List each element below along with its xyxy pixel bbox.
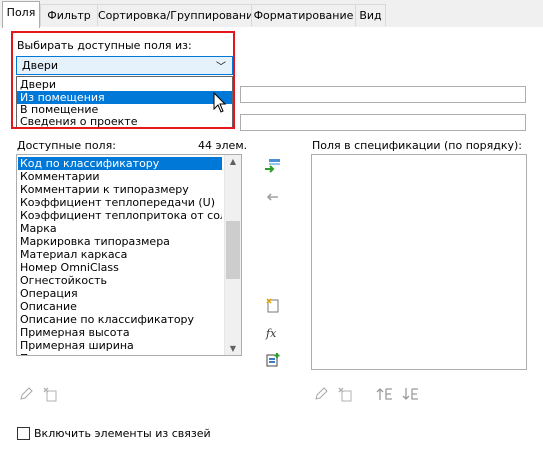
svg-text:fx: fx (265, 327, 277, 340)
highlight-frame (11, 31, 235, 129)
include-links-checkbox[interactable] (17, 427, 30, 440)
list-item[interactable]: Комментарии к типоразмеру (18, 183, 222, 196)
scheduled-fields-list[interactable] (311, 154, 527, 370)
combine-parameters-icon[interactable] (264, 351, 282, 369)
hidden-field[interactable] (240, 86, 526, 103)
list-item[interactable]: Материал каркаса (18, 248, 222, 261)
tab-sorting[interactable]: Сортировка/Группирование (97, 4, 260, 26)
move-up-icon[interactable] (375, 385, 397, 403)
scheduled-fields-label: Поля в спецификации (по порядку): (312, 139, 522, 152)
add-field-icon[interactable] (264, 157, 282, 175)
list-item[interactable]: Код по классификатору (18, 157, 222, 170)
list-item[interactable]: Номер OmniClass (18, 261, 222, 274)
tab-view[interactable]: Вид (355, 4, 386, 26)
available-fields-label: Доступные поля: (17, 139, 116, 152)
hidden-field[interactable] (240, 114, 526, 131)
tab-fields[interactable]: Поля (2, 1, 40, 28)
include-links-label[interactable]: Включить элементы из связей (34, 427, 211, 440)
scroll-down-icon[interactable]: ▼ (225, 344, 241, 353)
list-item[interactable]: Описание (18, 300, 222, 313)
list-item[interactable]: Примерная ширина (18, 339, 222, 352)
delete-icon[interactable] (41, 385, 59, 403)
available-fields-count: 44 элем. (198, 139, 248, 152)
list-item[interactable]: Маркировка типоразмера (18, 235, 222, 248)
tab-formatting[interactable]: Форматирование (251, 4, 356, 26)
new-parameter-icon[interactable] (264, 296, 282, 314)
vertical-scrollbar[interactable]: ▲ ▼ (224, 155, 241, 355)
scroll-up-icon[interactable]: ▲ (225, 157, 241, 166)
list-item[interactable]: Коэффициент теплопритока от солнечн (18, 209, 222, 222)
list-item[interactable]: Марка (18, 222, 222, 235)
list-item[interactable]: Примерная высота (18, 326, 222, 339)
tab-filter[interactable]: Фильтр (40, 4, 98, 26)
list-item[interactable]: П (18, 352, 222, 355)
list-item[interactable]: Огнестойкость (18, 274, 222, 287)
list-item[interactable]: Коэффициент теплопередачи (U) (18, 196, 222, 209)
scroll-thumb[interactable] (226, 221, 240, 279)
remove-field-icon[interactable] (264, 188, 282, 206)
available-fields-list[interactable]: Код по классификатору Комментарии Коммен… (16, 154, 242, 356)
calculated-value-icon[interactable]: fx (264, 324, 282, 342)
move-down-icon[interactable] (401, 385, 423, 403)
edit-pencil-icon[interactable] (312, 385, 330, 403)
list-item[interactable]: Описание по классификатору (18, 313, 222, 326)
delete-icon[interactable] (336, 385, 354, 403)
list-item[interactable]: Комментарии (18, 170, 222, 183)
edit-pencil-icon[interactable] (17, 385, 35, 403)
tab-bar: Поля Фильтр Сортировка/Группирование Фор… (0, 0, 543, 28)
mouse-cursor-icon (213, 91, 227, 117)
list-item[interactable]: Операция (18, 287, 222, 300)
